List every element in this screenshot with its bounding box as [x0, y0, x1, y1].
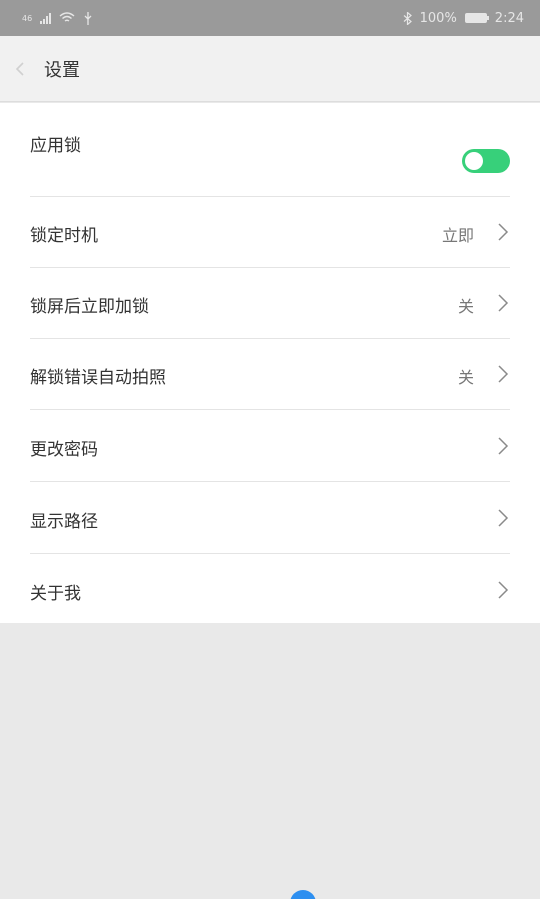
setting-change-password[interactable]: 更改密码 — [30, 410, 510, 482]
chevron-left-icon — [15, 61, 24, 76]
toggle-knob — [465, 152, 483, 170]
setting-label: 应用锁 — [30, 136, 81, 156]
wifi-icon — [59, 12, 75, 22]
page-title: 设置 — [44, 59, 80, 81]
status-bar: 46 100% 2:24 — [0, 0, 540, 36]
setting-label: 关于我 — [30, 584, 81, 604]
setting-label: 解锁错误自动拍照 — [30, 368, 166, 388]
setting-value: 关 — [457, 368, 474, 387]
chevron-right-icon — [498, 365, 509, 383]
status-left: 46 — [22, 11, 93, 25]
chevron-right-icon — [498, 509, 509, 527]
bluetooth-icon — [403, 11, 412, 25]
setting-app-lock: 应用锁 — [30, 103, 510, 197]
setting-label: 显示路径 — [30, 512, 98, 532]
setting-lock-after-screen[interactable]: 锁屏后立即加锁 关 — [30, 268, 510, 339]
setting-about-me[interactable]: 关于我 — [30, 554, 510, 623]
setting-value: 关 — [457, 297, 474, 316]
title-bar: 设置 — [0, 36, 540, 102]
chevron-right-icon — [498, 294, 509, 312]
signal-icon — [40, 12, 52, 24]
floating-indicator — [290, 890, 316, 899]
chevron-right-icon — [498, 223, 509, 241]
chevron-right-icon — [498, 437, 509, 455]
back-button[interactable] — [0, 36, 40, 102]
setting-show-path[interactable]: 显示路径 — [30, 482, 510, 554]
setting-value: 立即 — [441, 226, 474, 245]
setting-unlock-error-photo[interactable]: 解锁错误自动拍照 关 — [30, 339, 510, 410]
phone-screen: 46 100% 2:24 设置 应用锁 锁定时机 立即 锁屏后立即加锁 关 解锁… — [0, 0, 540, 899]
setting-label: 锁屏后立即加锁 — [30, 297, 149, 317]
chevron-right-icon — [498, 581, 509, 599]
setting-lock-timing[interactable]: 锁定时机 立即 — [30, 197, 510, 268]
battery-fill — [465, 14, 486, 22]
status-right: 100% 2:24 — [403, 11, 524, 26]
battery-icon — [464, 13, 489, 23]
settings-list: 应用锁 锁定时机 立即 锁屏后立即加锁 关 解锁错误自动拍照 关 更改密码 显示… — [0, 103, 540, 623]
app-lock-toggle[interactable] — [462, 149, 510, 173]
setting-label: 更改密码 — [30, 440, 98, 460]
clock: 2:24 — [494, 10, 524, 26]
battery-percent: 100% — [419, 10, 457, 26]
network-type: 46 — [22, 13, 33, 23]
setting-label: 锁定时机 — [30, 226, 98, 246]
usb-icon — [84, 11, 92, 25]
